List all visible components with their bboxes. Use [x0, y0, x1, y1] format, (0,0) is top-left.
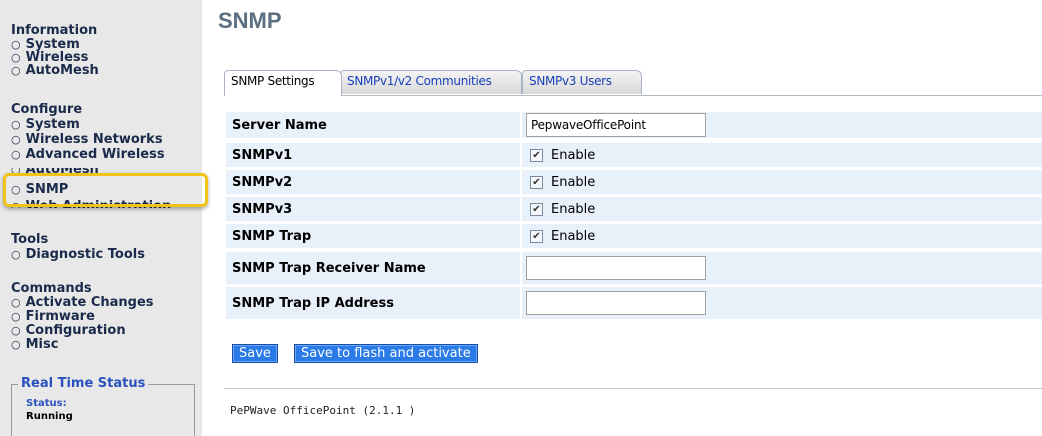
nav-cmd-misc[interactable]: ○ Misc: [11, 338, 58, 351]
nav-label: Firmware: [25, 309, 95, 324]
snmp-trap-cell: ✔ Enable: [522, 224, 1042, 248]
footer-divider: [224, 388, 1042, 389]
save-to-flash-button[interactable]: Save to flash and activate: [294, 344, 478, 363]
snmp-trap-enable-label: Enable: [551, 228, 596, 244]
nav-tools-diagnostic[interactable]: ○ Diagnostic Tools: [11, 248, 145, 261]
bullet-icon: ○: [11, 148, 21, 161]
snmpv2-enable-label: Enable: [551, 174, 596, 190]
tab-snmp-settings[interactable]: SNMP Settings: [224, 70, 342, 96]
snmp-trap-checkbox[interactable]: ✔: [530, 229, 543, 243]
nav-config-advanced-wireless[interactable]: ○ Advanced Wireless: [11, 148, 165, 161]
nav-cmd-configuration[interactable]: ○ Configuration: [11, 324, 126, 337]
bullet-icon: ○: [11, 64, 21, 77]
bullet-icon: ○: [11, 51, 21, 64]
realtime-status-value: Running: [26, 411, 73, 422]
section-commands-heading: Commands: [11, 281, 92, 296]
page-title: SNMP: [218, 8, 282, 33]
snmpv3-checkbox[interactable]: ✔: [530, 202, 543, 216]
snmpv2-cell: ✔ Enable: [522, 170, 1042, 194]
server-name-cell: PepwaveOfficePoint: [522, 112, 1042, 138]
trap-receiver-name-input[interactable]: [526, 256, 706, 280]
nav-cmd-firmware[interactable]: ○ Firmware: [11, 310, 95, 323]
tab-divider: [224, 95, 1042, 96]
section-configure-heading: Configure: [11, 102, 83, 117]
tab-snmpv3-users[interactable]: SNMPv3 Users: [522, 70, 642, 94]
sidebar: Information ○ System ○ Wireless ○ AutoMesh …: [0, 0, 208, 436]
nav-label: System: [25, 117, 80, 132]
snmpv1-label: SNMPv1: [226, 143, 520, 167]
bullet-icon: ○: [11, 338, 21, 351]
footer-version: PePWave OfficePoint (2.1.1 ): [230, 404, 416, 417]
snmpv1-checkbox[interactable]: ✔: [530, 148, 543, 162]
bullet-icon: ○: [11, 38, 21, 51]
bullet-icon: ○: [11, 310, 21, 323]
snmpv1-cell: ✔ Enable: [522, 143, 1042, 167]
snmpv2-checkbox[interactable]: ✔: [530, 175, 543, 189]
realtime-status-title: Real Time Status: [18, 376, 149, 392]
bullet-icon: ○: [11, 324, 21, 337]
tab-snmpv1-v2-communities[interactable]: SNMPv1/v2 Communities: [340, 70, 522, 94]
trap-receiver-name-label: SNMP Trap Receiver Name: [226, 252, 520, 284]
trap-ip-address-input[interactable]: [526, 291, 706, 315]
nav-label: Diagnostic Tools: [25, 247, 145, 262]
realtime-status-label: Status:: [26, 398, 67, 409]
nav-label: Advanced Wireless: [25, 147, 165, 162]
trap-receiver-name-cell: [522, 252, 1042, 284]
snmpv2-label: SNMPv2: [226, 170, 520, 194]
snmpv3-label: SNMPv3: [226, 197, 520, 221]
nav-label: Activate Changes: [25, 295, 154, 310]
selected-item-highlight: [3, 173, 208, 207]
section-information-heading: Information: [11, 23, 98, 38]
nav-config-system[interactable]: ○ System: [11, 118, 80, 131]
save-button[interactable]: Save: [232, 344, 278, 363]
trap-ip-address-label: SNMP Trap IP Address: [226, 287, 520, 319]
nav-label: Configuration: [25, 323, 126, 338]
section-tools-heading: Tools: [11, 232, 49, 247]
nav-config-wireless-networks[interactable]: ○ Wireless Networks: [11, 133, 163, 146]
bullet-icon: ○: [11, 248, 21, 261]
trap-ip-address-cell: [522, 287, 1042, 319]
snmpv3-cell: ✔ Enable: [522, 197, 1042, 221]
nav-cmd-activate-changes[interactable]: ○ Activate Changes: [11, 296, 154, 309]
snmp-trap-label: SNMP Trap: [226, 224, 520, 248]
snmpv1-enable-label: Enable: [551, 147, 596, 163]
server-name-label: Server Name: [226, 112, 520, 138]
server-name-input[interactable]: PepwaveOfficePoint: [526, 113, 706, 137]
nav-label: AutoMesh: [25, 63, 99, 78]
bullet-icon: ○: [11, 133, 21, 146]
nav-label: Wireless Networks: [25, 132, 163, 147]
snmpv3-enable-label: Enable: [551, 201, 596, 217]
bullet-icon: ○: [11, 296, 21, 309]
nav-label: Misc: [25, 337, 59, 352]
bullet-icon: ○: [11, 118, 21, 131]
nav-info-automesh[interactable]: ○ AutoMesh: [11, 64, 99, 77]
